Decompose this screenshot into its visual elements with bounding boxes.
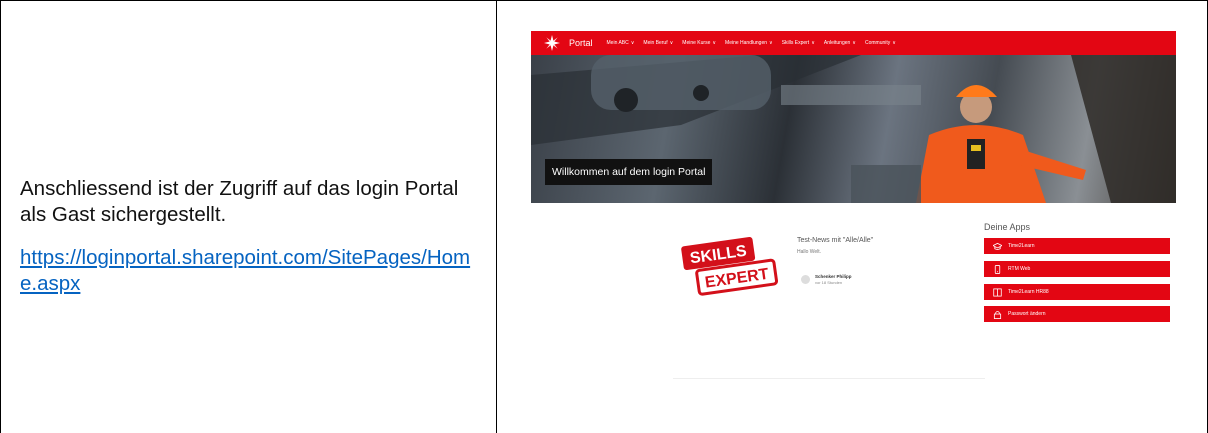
chevron-down-icon: ∨ — [669, 40, 674, 46]
nav-item-mein-abc[interactable]: Mein ABC ∨ — [607, 40, 635, 46]
app-label: Time2Learn HR88 — [1008, 289, 1049, 295]
nav-item-skills-expert[interactable]: Skills Expert ∨ — [782, 40, 815, 46]
book-icon — [993, 287, 1002, 297]
table-column-divider — [496, 0, 497, 433]
chevron-down-icon: ∨ — [892, 40, 896, 46]
app-button-time2learn[interactable]: Time2Learn — [984, 238, 1170, 254]
news-greeting: Hallo Welt. — [797, 249, 822, 255]
instruction-text: Anschliessend ist der Zugriff auf das lo… — [20, 177, 459, 226]
instruction-cell: Anschliessend ist der Zugriff auf das lo… — [0, 0, 496, 433]
nav-item-anleitungen[interactable]: Anleitungen ∨ — [824, 40, 856, 46]
portal-url-link[interactable]: https://loginportal.sharepoint.com/SiteP… — [20, 245, 480, 297]
app-button-rtm-web[interactable]: RTM Web — [984, 261, 1170, 277]
author-name: Schenker Philipp — [815, 274, 852, 279]
news-title[interactable]: Test-News mit "Alle/Alle" — [797, 237, 873, 244]
portal-logo-icon[interactable] — [543, 34, 561, 52]
apps-heading: Deine Apps — [984, 222, 1031, 232]
portal-screenshot: Portal Mein ABC ∨ Mein Beruf ∨ Meine Kurse… — [531, 31, 1176, 433]
phone-icon — [993, 264, 1002, 274]
section-divider — [673, 378, 985, 379]
nav-item-meine-handlungen[interactable]: Meine Handlungen ∨ — [725, 40, 773, 46]
app-button-passwort-aendern[interactable]: Passwort ändern — [984, 306, 1170, 322]
chevron-down-icon: ∨ — [769, 40, 773, 46]
portal-brand-label[interactable]: Portal — [569, 38, 593, 48]
lock-icon — [993, 310, 1002, 319]
nav-item-mein-beruf[interactable]: Mein Beruf ∨ — [643, 40, 673, 46]
app-label: Time2Learn — [1008, 243, 1035, 249]
chevron-down-icon: ∨ — [630, 40, 635, 46]
hero-banner: Willkommen auf dem login Portal — [531, 55, 1176, 203]
app-label: RTM Web — [1008, 266, 1031, 272]
nav-item-community[interactable]: Community ∨ — [865, 40, 896, 46]
hero-title-box: Willkommen auf dem login Portal — [545, 159, 713, 185]
chevron-down-icon: ∨ — [811, 40, 815, 46]
chevron-down-icon: ∨ — [712, 40, 717, 46]
chevron-down-icon: ∨ — [852, 40, 856, 46]
skills-expert-logo[interactable]: SKILLS EXPERT — [676, 236, 784, 296]
app-label: Passwort ändern — [1008, 311, 1046, 317]
portal-navbar: Portal Mein ABC ∨ Mein Beruf ∨ Meine Kurse… — [531, 31, 1176, 55]
graduation-cap-icon — [993, 242, 1002, 251]
author-avatar — [801, 275, 810, 284]
author-time: vor 18 Stunden — [815, 280, 843, 285]
app-button-time2learn-hr88[interactable]: Time2Learn HR88 — [984, 284, 1170, 300]
nav-item-meine-kurse[interactable]: Meine Kurse ∨ — [682, 40, 716, 46]
hero-title: Willkommen auf dem login Portal — [552, 166, 706, 178]
